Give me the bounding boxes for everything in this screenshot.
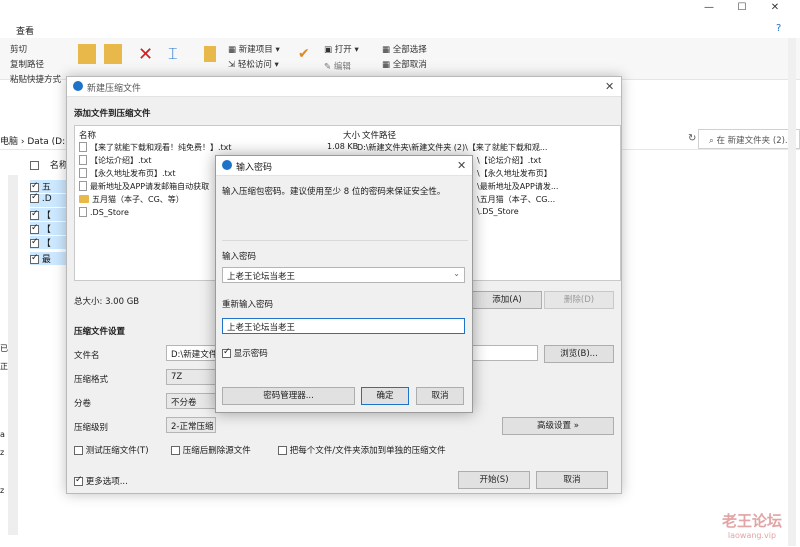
password-label: 输入密码 — [222, 252, 257, 262]
level-label: 压缩级别 — [74, 423, 109, 433]
select-none-button[interactable]: ▦ 全部取消 — [382, 58, 427, 70]
file-icon — [79, 207, 87, 217]
select-all-button[interactable]: ▦ 全部选择 — [382, 43, 427, 55]
search-input[interactable]: ⌕ 在 新建文件夹 (2)... — [698, 129, 800, 149]
format-label: 压缩格式 — [74, 375, 109, 385]
test-archive-checkbox[interactable]: 测试压缩文件(T) — [74, 444, 149, 456]
list-item[interactable]: 最 — [30, 252, 66, 265]
chevron-down-icon[interactable]: ⌄ — [453, 269, 460, 278]
refresh-icon[interactable]: ↻ — [688, 133, 696, 144]
list-item[interactable]: 【永久地址发布页】.txt — [79, 168, 176, 181]
cancel-button[interactable]: 取消 — [416, 387, 464, 405]
advanced-settings-button[interactable]: 高级设置 » — [502, 417, 614, 435]
filename-label: 文件名 — [74, 351, 100, 361]
app-icon — [222, 160, 232, 172]
show-password-checkbox[interactable]: 显示密码 — [222, 347, 268, 359]
minimize-icon[interactable]: — — [694, 2, 724, 18]
close-icon[interactable]: ✕ — [605, 80, 614, 93]
delete-icon[interactable]: ✕ — [138, 44, 153, 65]
ribbon-tabs: 查看 ? — [0, 22, 800, 38]
select-all-checkbox[interactable] — [30, 161, 39, 170]
separate-archives-checkbox[interactable]: 把每个文件/文件夹添加到单独的压缩文件 — [278, 444, 446, 456]
password-titlebar: 输入密码 ✕ — [216, 156, 472, 176]
ribbon-toolbar: 剪切 复制路径 粘贴快捷方式 ✕ ⌶ ▦ 新建项目 ▾ ⇲ 轻松访问 ▾ ✔ ▣… — [0, 38, 800, 85]
settings-title: 压缩文件设置 — [74, 327, 126, 337]
watermark: 老王论坛 laowang.vip — [721, 512, 782, 540]
list-item[interactable]: 【来了就能下载和观看！纯免费！】.txt — [79, 142, 232, 155]
name-column-header[interactable]: 名称 — [30, 158, 68, 171]
list-item[interactable]: 最新地址及APP请发邮箱自动获取 — [79, 181, 209, 194]
paste-shortcut-button[interactable]: 粘贴快捷方式 — [10, 73, 61, 85]
close-icon[interactable]: ✕ — [457, 159, 466, 172]
total-size: 总大小: 3.00 GB — [74, 297, 140, 307]
list-item[interactable]: 【 — [30, 208, 66, 221]
list-item[interactable]: 【 — [30, 236, 66, 249]
file-path: \【永久地址发布页】 — [477, 169, 552, 178]
file-icon — [79, 155, 87, 165]
ok-button[interactable]: 确定 — [361, 387, 409, 405]
properties-icon[interactable]: ✔ — [298, 46, 310, 62]
password-hint: 输入压缩包密码。建议使用至少 8 位的密码来保证安全性。 — [222, 187, 446, 197]
divider — [222, 240, 468, 241]
maximize-icon[interactable]: ☐ — [727, 2, 757, 18]
copy-path-button[interactable]: 复制路径 — [10, 58, 44, 70]
easy-access-button[interactable]: ⇲ 轻松访问 ▾ — [228, 58, 279, 70]
file-icon — [79, 181, 87, 191]
open-button[interactable]: ▣ 打开 ▾ — [324, 43, 359, 55]
new-item-button[interactable]: ▦ 新建项目 ▾ — [228, 43, 280, 55]
level-select[interactable]: 2-正常压缩 — [166, 417, 216, 433]
folder-copy-icon[interactable] — [104, 44, 122, 64]
app-icon — [73, 81, 83, 93]
split-label: 分卷 — [74, 399, 92, 409]
file-icon — [79, 142, 87, 152]
reenter-password-label: 重新输入密码 — [222, 300, 274, 310]
file-path: \五月猫（本子、CG... — [477, 195, 556, 204]
column-path[interactable]: 文件路径 — [362, 129, 396, 141]
format-select[interactable]: 7Z — [166, 369, 216, 385]
section-title: 添加文件到压缩文件 — [74, 109, 151, 119]
list-item[interactable]: 【 — [30, 222, 66, 235]
list-item[interactable]: 五月猫（本子、CG、等） — [79, 194, 184, 207]
password-dialog-title: 输入密码 — [236, 163, 273, 173]
dialog-title: 新建压缩文件 — [87, 84, 142, 94]
explorer-titlebar — [0, 0, 800, 20]
nav-scrollbar[interactable] — [8, 175, 18, 535]
new-folder-icon[interactable] — [204, 46, 216, 62]
password-input[interactable]: 上老王论坛当老王 ⌄ — [222, 267, 465, 283]
file-path: \【论坛介绍】.txt — [477, 156, 542, 165]
list-item[interactable]: .D — [30, 192, 66, 207]
file-path: \最新地址及APP请发... — [477, 182, 559, 191]
password-dialog: 输入密码 ✕ 输入压缩包密码。建议使用至少 8 位的密码来保证安全性。 输入密码… — [215, 155, 473, 413]
delete-source-checkbox[interactable]: 压缩后删除源文件 — [171, 444, 251, 456]
reenter-password-input[interactable]: 上老王论坛当老王 — [222, 318, 465, 334]
split-select[interactable]: 不分卷 — [166, 393, 216, 409]
tab-view[interactable]: 查看 — [16, 24, 34, 37]
delete-button[interactable]: 删除(D) — [544, 291, 614, 309]
password-manager-button[interactable]: 密码管理器... — [222, 387, 355, 405]
rename-icon[interactable]: ⌶ — [168, 44, 178, 64]
folder-move-icon[interactable] — [78, 44, 96, 64]
dialog-titlebar: 新建压缩文件 ✕ — [67, 77, 621, 97]
close-icon[interactable]: ✕ — [760, 2, 790, 18]
edit-button[interactable]: ✎ 编辑 — [324, 60, 351, 72]
more-options-checkbox[interactable]: 更多选项... — [74, 475, 128, 487]
file-path: \.DS_Store — [477, 207, 519, 216]
file-path: D:\新建文件夹\新建文件夹 (2)\【来了就能下载和观... — [357, 143, 548, 152]
nav-pane-stubs: 已 正 a z z — [0, 344, 8, 495]
add-button[interactable]: 添加(A) — [472, 291, 542, 309]
browse-button[interactable]: 浏览(B)... — [544, 345, 614, 363]
file-icon — [79, 168, 87, 178]
list-item[interactable]: .DS_Store — [79, 207, 129, 220]
breadcrumb[interactable]: 电脑 › Data (D:) — [0, 134, 69, 147]
column-name[interactable]: 名称 — [79, 129, 96, 141]
column-size[interactable]: 大小 — [343, 129, 360, 141]
main-scrollbar[interactable] — [788, 38, 796, 546]
list-item[interactable]: 【论坛介绍】.txt — [79, 155, 152, 168]
folder-icon — [79, 195, 89, 203]
help-icon[interactable]: ? — [776, 23, 781, 34]
start-button[interactable]: 开始(S) — [458, 471, 530, 489]
cut-button[interactable]: 剪切 — [10, 43, 27, 55]
cancel-button[interactable]: 取消 — [536, 471, 608, 489]
file-size: 1.08 KB — [327, 142, 359, 151]
